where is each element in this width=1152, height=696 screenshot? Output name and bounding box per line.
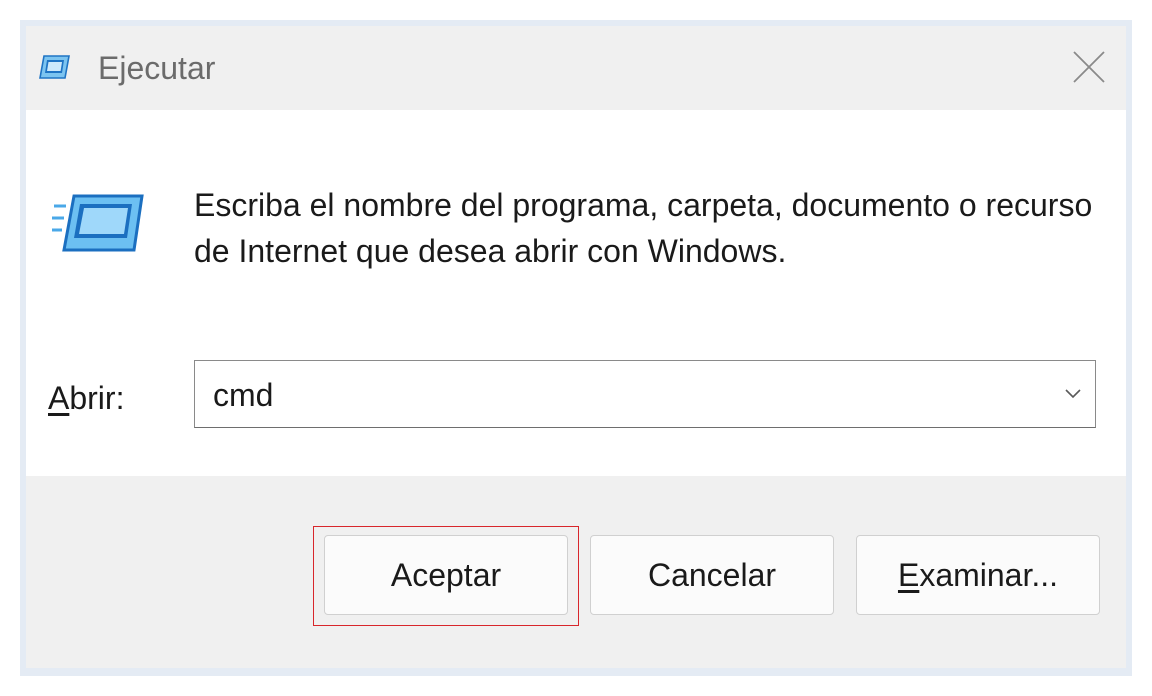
dropdown-button[interactable]: [1063, 385, 1083, 401]
chevron-down-icon: [1065, 389, 1081, 399]
open-label-text: brir:: [69, 380, 125, 416]
open-label-accelerator: A: [48, 380, 70, 416]
open-combobox[interactable]: cmd: [194, 360, 1096, 428]
cancel-button[interactable]: Cancelar: [590, 535, 834, 615]
close-button[interactable]: [1072, 50, 1106, 84]
browse-accelerator: E: [897, 557, 920, 593]
open-input[interactable]: cmd: [213, 375, 273, 415]
run-dialog-icon: [38, 54, 70, 80]
button-bar: Aceptar Cancelar Examinar...: [26, 476, 1126, 668]
ok-button[interactable]: Aceptar: [324, 535, 568, 615]
window-title: Ejecutar: [98, 50, 216, 86]
close-icon: [1073, 51, 1105, 83]
instruction-text: Escriba el nombre del programa, carpeta,…: [194, 187, 1093, 269]
browse-label: xaminar...: [919, 557, 1059, 593]
title-bar: Ejecutar: [26, 26, 1126, 110]
run-dialog-icon: [51, 192, 144, 254]
browse-button[interactable]: Examinar...: [856, 535, 1100, 615]
run-dialog: Ejecutar Escriba el nombre del programa,…: [26, 26, 1126, 668]
dialog-content: Escriba el nombre del programa, carpeta,…: [26, 110, 1126, 476]
open-label: Abrir:: [48, 378, 124, 418]
